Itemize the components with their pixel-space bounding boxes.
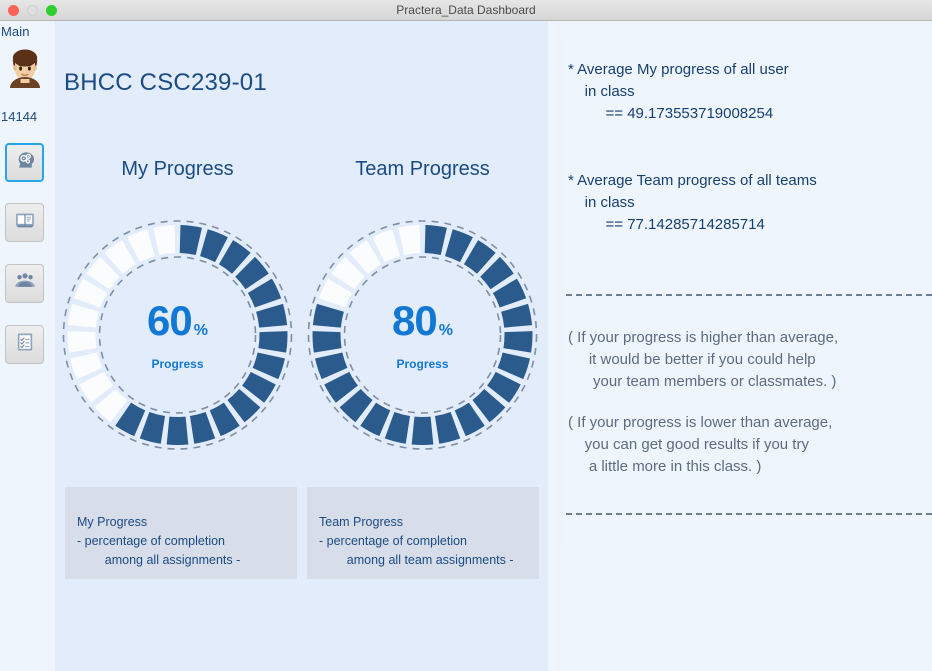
- gauge-segment: [189, 412, 216, 444]
- gauge-segment: [312, 331, 342, 353]
- gauge-segment: [67, 331, 97, 353]
- app-window: Practera_Data Dashboard Main 14144 BHCC …: [0, 0, 932, 671]
- window-title: Practera_Data Dashboard: [396, 3, 536, 17]
- gauge-segment: [258, 331, 288, 353]
- user-avatar-icon: [6, 48, 44, 88]
- page-title: BHCC CSC239-01: [64, 69, 267, 96]
- gauge-segment: [501, 303, 533, 328]
- gauge-segment: [497, 352, 530, 380]
- gauge-segment: [252, 352, 285, 380]
- gauge-heading-team-progress: Team Progress: [355, 158, 490, 180]
- gauge-segment: [179, 225, 202, 256]
- people-group-icon: [14, 270, 36, 297]
- sidebar: Main 14144: [0, 21, 48, 671]
- gauge-segment: [139, 412, 166, 444]
- legend-card-my-progress: My Progress - percentage of completion a…: [65, 487, 297, 579]
- sidebar-item-dashboard[interactable]: [5, 143, 44, 182]
- legend-card-team-progress-text: Team Progress - percentage of completion…: [319, 515, 514, 567]
- gauge-segment: [67, 303, 99, 328]
- gauge-segment: [424, 225, 447, 256]
- gauge-segment: [70, 352, 103, 380]
- gauge-segment: [411, 416, 434, 445]
- gauge-segment: [398, 225, 421, 256]
- average-my-progress-text: * Average My progress of all user in cla…: [568, 61, 789, 122]
- gauge-my-progress: 60 % Progress: [55, 210, 300, 460]
- sidebar-item-team[interactable]: [5, 264, 44, 303]
- sidebar-title: Main: [1, 24, 30, 39]
- hint-lower-than-average: ( If your progress is lower than average…: [568, 414, 833, 475]
- checklist-clipboard-icon: [14, 331, 36, 358]
- minimize-button-icon[interactable]: [27, 5, 38, 16]
- divider-dashed-top: [566, 294, 932, 296]
- legend-card-team-progress: Team Progress - percentage of completion…: [307, 487, 539, 579]
- gauge-segment: [503, 331, 533, 353]
- sidebar-item-course[interactable]: [5, 203, 44, 242]
- gauge-segment: [166, 416, 189, 445]
- window-titlebar: Practera_Data Dashboard: [0, 0, 932, 21]
- zoom-button-icon[interactable]: [46, 5, 57, 16]
- brain-head-gears-icon: [14, 149, 36, 176]
- hint-higher-than-average: ( If your progress is higher than averag…: [568, 329, 839, 390]
- sidebar-item-assignments[interactable]: [5, 325, 44, 364]
- gauge-segment: [315, 352, 348, 380]
- window-controls: [8, 5, 57, 16]
- gauge-segment: [256, 303, 288, 328]
- gauge-team-progress: 80 % Progress: [300, 210, 545, 460]
- open-book-icon: [14, 209, 36, 236]
- gauge-segment: [312, 303, 344, 328]
- gauge-segment: [153, 225, 176, 256]
- average-team-progress-text: * Average Team progress of all teams in …: [568, 172, 817, 233]
- gauge-my-progress-ring: [62, 220, 293, 450]
- close-button-icon[interactable]: [8, 5, 19, 16]
- legend-card-my-progress-text: My Progress - percentage of completion a…: [77, 515, 241, 567]
- gauge-segment: [384, 412, 411, 444]
- gauge-heading-my-progress: My Progress: [121, 158, 234, 180]
- divider-dashed-bottom: [566, 513, 932, 515]
- gauge-team-progress-ring: [307, 220, 538, 450]
- main-panel: BHCC CSC239-01 My Progress Team Progress…: [55, 21, 548, 671]
- gauge-segment: [434, 412, 461, 444]
- panel-divider: [548, 21, 555, 671]
- info-panel: * Average My progress of all user in cla…: [564, 42, 932, 548]
- user-id-label: 14144: [1, 109, 38, 124]
